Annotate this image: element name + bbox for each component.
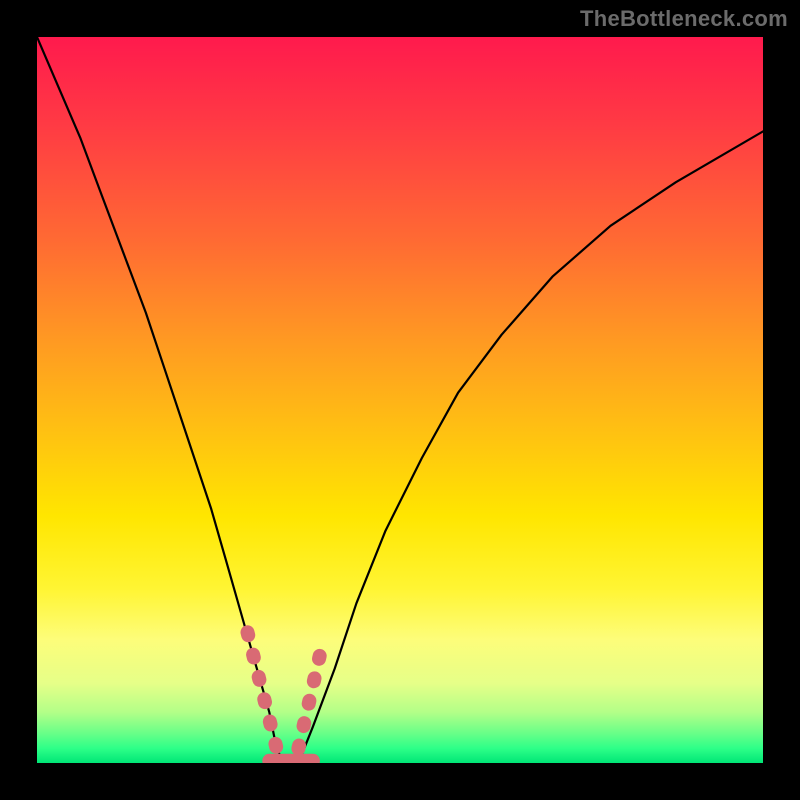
watermark-text: TheBottleneck.com	[580, 6, 788, 32]
chart-svg	[37, 37, 763, 763]
highlight-segment-left	[248, 632, 277, 748]
highlight-segment-right	[298, 654, 320, 748]
bottleneck-curve	[37, 37, 763, 763]
chart-plot-area	[37, 37, 763, 763]
